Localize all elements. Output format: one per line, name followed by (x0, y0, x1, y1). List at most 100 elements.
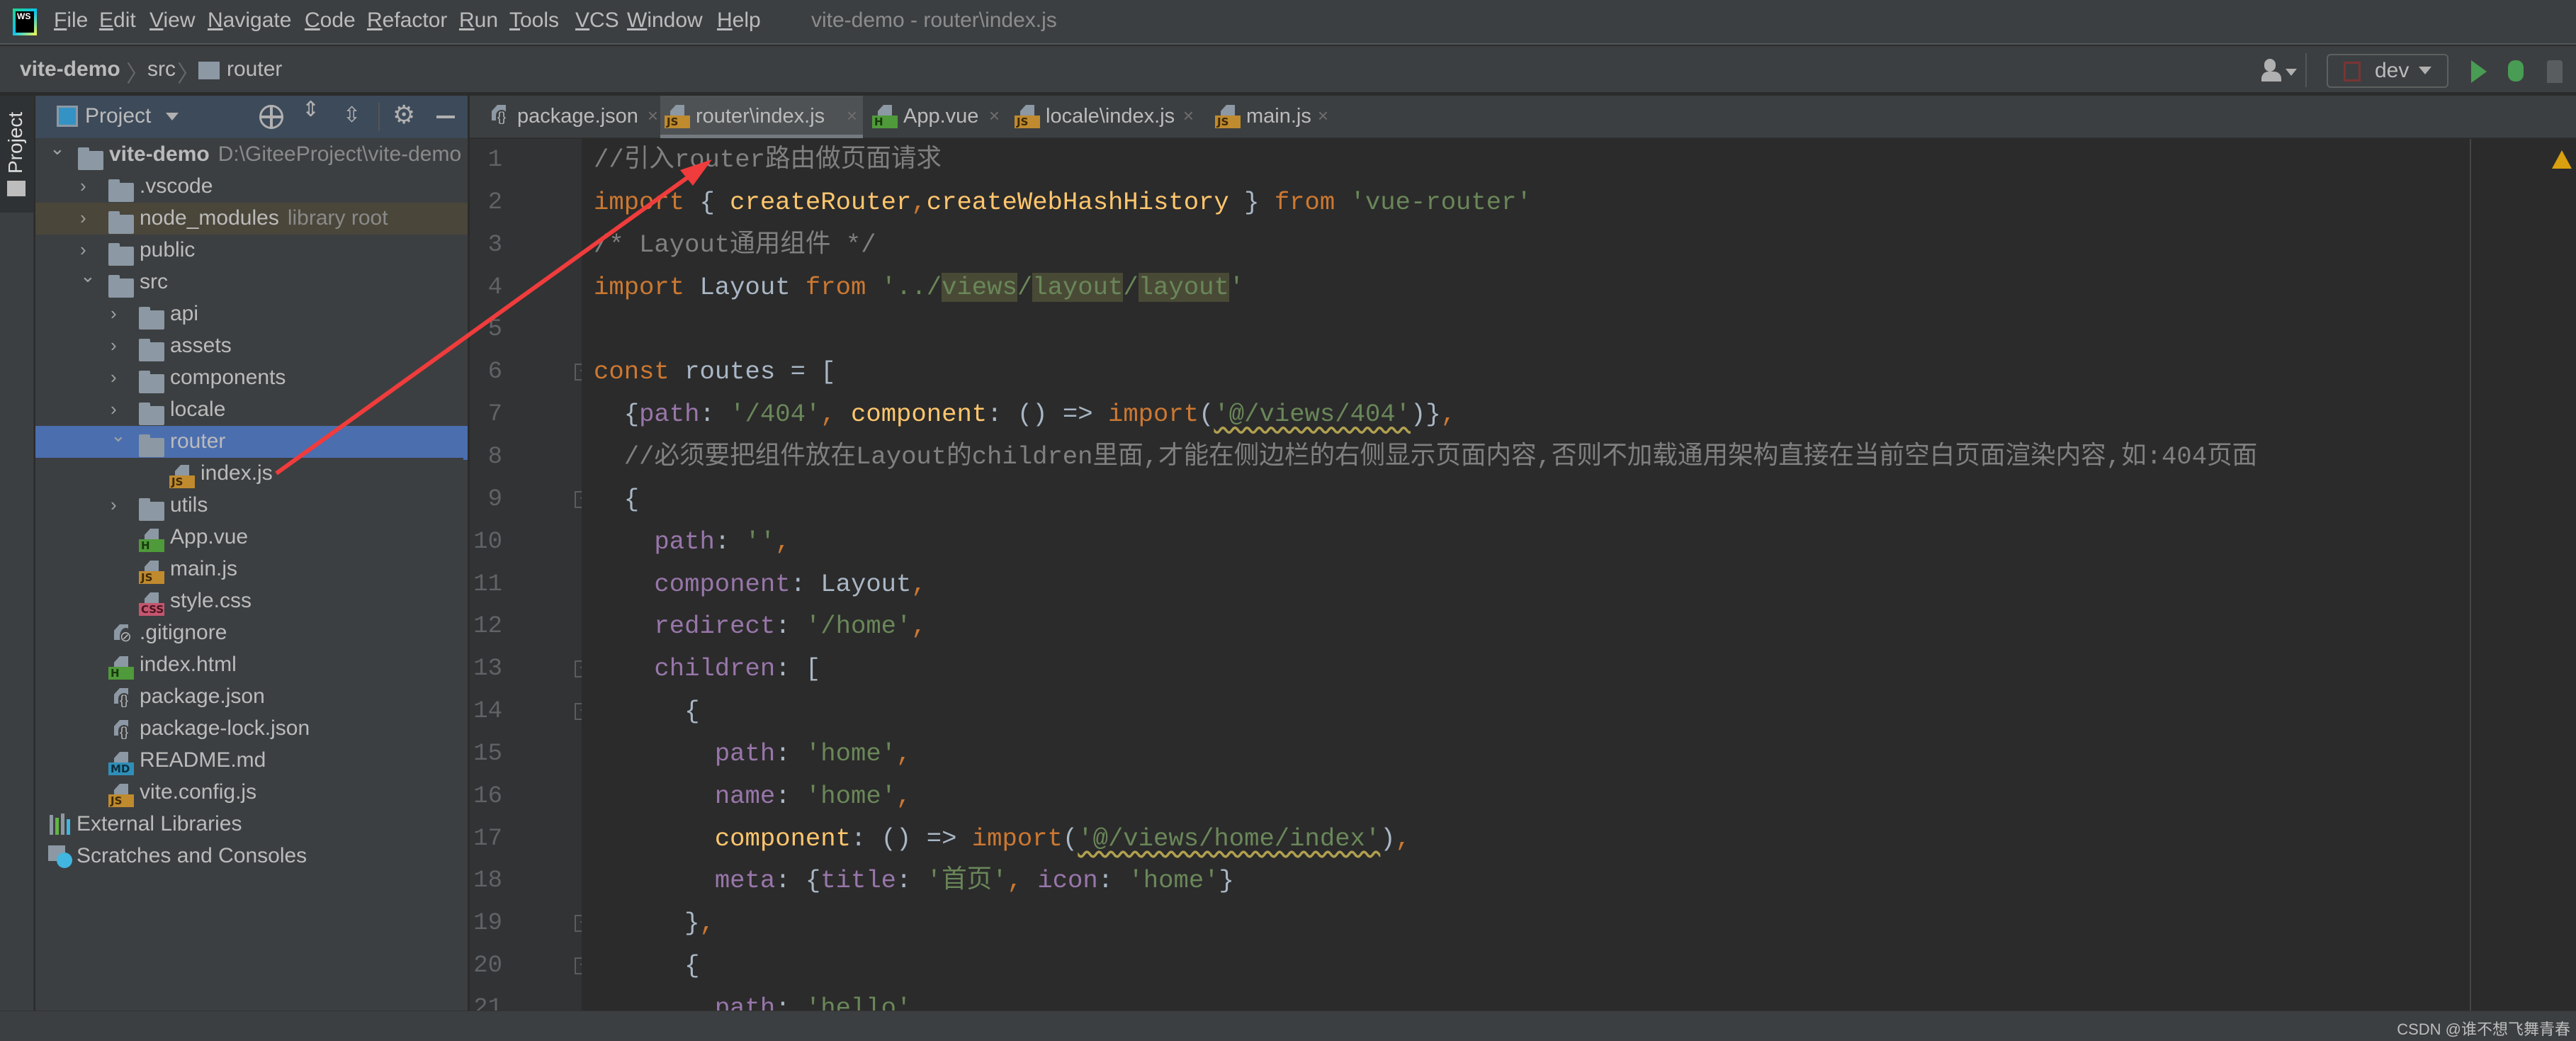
collapse-all-icon[interactable]: ⇳ (343, 103, 361, 128)
chevron-right-icon[interactable]: › (111, 494, 117, 516)
line-number: 19 (473, 910, 502, 938)
close-tab-icon[interactable]: × (847, 105, 857, 127)
chevron-right-icon[interactable]: › (111, 334, 117, 356)
tree-item-index-html[interactable]: Hindex.html (35, 649, 468, 681)
menu-window[interactable]: Window (627, 9, 703, 33)
breadcrumb-src[interactable]: src (147, 57, 176, 81)
menu-refactor[interactable]: Refactor (367, 9, 447, 33)
code-line: }, (594, 902, 715, 945)
chevron-right-icon[interactable]: › (111, 366, 117, 388)
close-tab-icon[interactable]: × (1318, 105, 1328, 127)
tree-item-text: components (170, 366, 286, 389)
expand-all-icon[interactable]: ⇕ (302, 99, 320, 120)
code-token: name (714, 781, 776, 811)
tree-item-utils[interactable]: › utils (35, 490, 468, 522)
tree-item-node-modules[interactable]: › node_modules library root (35, 203, 468, 235)
tree-item--gitignore[interactable]: ⊘ .gitignore (35, 617, 468, 649)
code-token: { (684, 187, 730, 217)
debug-icon[interactable] (2508, 60, 2524, 81)
tree-item-label: api (170, 302, 198, 326)
menu-run[interactable]: Run (459, 9, 498, 33)
tree-item-vite-config-js[interactable]: JS vite.config.js (35, 777, 468, 809)
chevron-down-icon[interactable]: ⌄ (50, 137, 65, 159)
js-file-icon: JS (665, 103, 690, 128)
breadcrumb-project[interactable]: vite-demo (20, 57, 120, 81)
menu-code[interactable]: Code (305, 9, 356, 33)
tree-item-components[interactable]: › components (35, 362, 468, 394)
menu-vcs[interactable]: VCS (575, 9, 619, 33)
tree-item-external-libraries[interactable]: External Libraries (35, 809, 468, 840)
chevron-right-icon[interactable]: › (111, 303, 117, 325)
close-tab-icon[interactable]: × (989, 105, 1000, 127)
line-number: 4 (487, 274, 502, 301)
title-bar: WS File Edit View Navigate Code Refactor Run To… (0, 0, 2576, 45)
tree-item-locale[interactable]: › locale (35, 394, 468, 426)
code-token: , (699, 908, 715, 938)
code-line: //必须要把组件放在Layout的children里面,才能在侧边栏的右侧显示页… (594, 436, 2258, 478)
tab-app-vue[interactable]: H App.vue × (868, 96, 1005, 138)
js-file-icon: JS (139, 558, 164, 584)
tab-router-index-js[interactable]: JS router\index.js × (660, 96, 863, 138)
close-tab-icon[interactable]: × (1183, 105, 1194, 127)
chevron-right-icon[interactable]: › (80, 207, 86, 229)
locate-file-icon[interactable] (259, 105, 283, 129)
tree-item-public[interactable]: › public (35, 235, 468, 266)
code-token: '../ (881, 272, 942, 302)
run-config-select[interactable]: dev (2327, 54, 2448, 88)
menu-edit[interactable]: Edit (99, 9, 136, 33)
code-token: : (699, 400, 730, 429)
menu-view[interactable]: View (149, 9, 195, 33)
chevron-right-icon[interactable]: › (80, 239, 86, 261)
tree-item-main-js[interactable]: JS main.js (35, 553, 468, 585)
gear-icon[interactable]: ⚙ (392, 100, 415, 130)
chevron-down-icon[interactable]: ⌄ (111, 424, 126, 446)
breadcrumb-router[interactable]: router (227, 57, 282, 81)
tree-item-vite-demo[interactable]: ⌄ vite-demo D:\GiteeProject\vite-demo (35, 137, 468, 171)
tree-item-style-css[interactable]: CSS style.css (35, 585, 468, 617)
line-number: 7 (487, 401, 502, 429)
tree-item-router[interactable]: ⌄ router (35, 424, 468, 458)
menu-help[interactable]: Help (717, 9, 761, 33)
code-token: import (594, 272, 685, 302)
menu-file[interactable]: File (54, 9, 88, 33)
tree-item-index-js[interactable]: JS index.js (35, 458, 468, 490)
tree-item-readme-md[interactable]: MD README.md (35, 745, 468, 777)
run-with-coverage-icon[interactable] (2547, 60, 2563, 83)
tree-item-api[interactable]: › api (35, 298, 468, 330)
run-config-label: dev (2375, 59, 2410, 82)
tree-item-package-lock-json[interactable]: {} package-lock.json (35, 713, 468, 745)
project-tool-window-button[interactable]: Project (0, 96, 34, 213)
tree-item-src[interactable]: ⌄ src (35, 265, 468, 298)
close-tab-icon[interactable]: × (648, 105, 658, 127)
tree-item-package-json[interactable]: {} package.json (35, 681, 468, 713)
tree-item--vscode[interactable]: › .vscode (35, 171, 468, 203)
chevron-down-icon[interactable]: ⌄ (80, 265, 96, 287)
line-number: 17 (473, 825, 502, 853)
chevron-down-icon[interactable] (166, 113, 179, 127)
tab-main-js[interactable]: JS main.js × (1211, 96, 1334, 138)
vcs-user-icon[interactable] (2261, 59, 2304, 87)
tree-item-text: vite-demo (109, 142, 210, 166)
project-view-title[interactable]: Project (85, 104, 151, 128)
menu-tools[interactable]: Tools (509, 9, 559, 33)
code-token: layout (1138, 272, 1229, 302)
warning-icon[interactable] (2552, 150, 2572, 169)
breadcrumb-separator-icon: 〉 (177, 61, 200, 86)
code-token: { (594, 400, 640, 429)
tree-item-label: public (140, 238, 195, 262)
tree-item-app-vue[interactable]: H App.vue (35, 522, 468, 553)
code-token: , (1440, 400, 1457, 429)
chevron-right-icon[interactable]: › (80, 175, 86, 197)
code-token: , (911, 569, 927, 599)
tab-locale-index-js[interactable]: JS locale\index.js × (1010, 96, 1199, 138)
run-icon[interactable] (2471, 60, 2487, 83)
tree-item-assets[interactable]: › assets (35, 330, 468, 362)
tree-item-scratches-and-consoles[interactable]: Scratches and Consoles (35, 840, 468, 872)
code-editor[interactable]: //引入router路由做页面请求 import { createRouter,c… (582, 139, 2470, 1011)
tree-item-label: assets (170, 334, 232, 358)
tab-package-json[interactable]: {} package.json × (482, 96, 664, 138)
chevron-right-icon[interactable]: › (111, 398, 117, 420)
menu-navigate[interactable]: Navigate (208, 9, 291, 33)
hide-panel-icon[interactable] (436, 116, 455, 118)
